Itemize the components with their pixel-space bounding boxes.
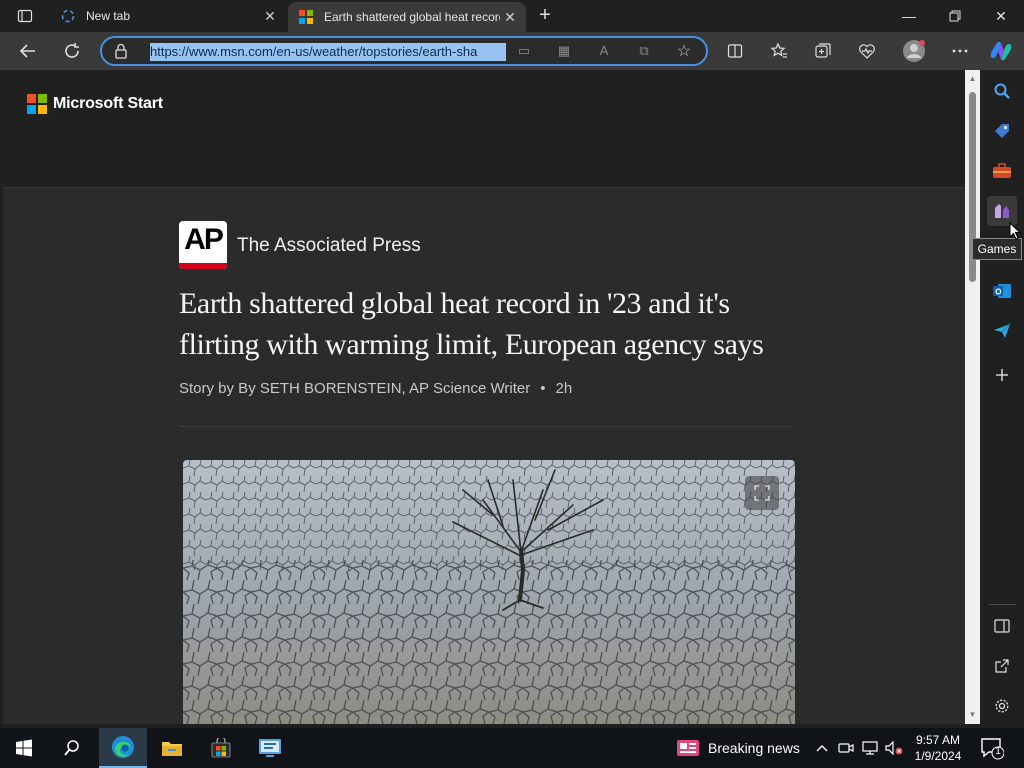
clock-time: 9:57 AM: [915, 733, 961, 747]
tab-actions-icon[interactable]: [8, 4, 42, 28]
windows-taskbar: Breaking news 9:57 AM 1/9/2024 1: [0, 728, 1024, 768]
news-label: Breaking news: [708, 740, 800, 756]
svg-text:O: O: [995, 288, 1001, 297]
refresh-icon[interactable]: [57, 36, 87, 66]
tab-title: New tab: [86, 9, 131, 23]
tab-new-tab[interactable]: New tab ✕: [50, 0, 286, 32]
hide-sidebar-icon[interactable]: [987, 611, 1017, 641]
translate-icon[interactable]: ⧉: [634, 43, 654, 61]
meet-now-icon[interactable]: [836, 738, 856, 758]
profile-avatar-icon[interactable]: [899, 36, 929, 66]
site-header: Microsoft Start: [3, 70, 965, 188]
windows-start-icon[interactable]: [0, 728, 48, 768]
divider: [179, 426, 793, 427]
search-icon[interactable]: [987, 76, 1017, 106]
news-icon: [677, 740, 699, 756]
scroll-up-icon[interactable]: ▲: [968, 74, 977, 83]
search-icon[interactable]: [48, 728, 96, 768]
article-headline: Earth shattered global heat record in '2…: [179, 287, 764, 361]
edge-sidebar: Games O: [972, 70, 1024, 724]
immersive-reader-icon[interactable]: ▭: [514, 43, 534, 61]
volume-muted-icon[interactable]: [884, 738, 904, 758]
page-viewport: Microsoft Start AP The Associated Press …: [3, 70, 965, 724]
restore-button[interactable]: [932, 0, 978, 32]
favorites-icon[interactable]: [764, 36, 794, 66]
sidebar-divider: [988, 604, 1016, 605]
site-brand[interactable]: Microsoft Start: [53, 94, 163, 114]
back-icon[interactable]: [13, 36, 43, 66]
clock-date: 1/9/2024: [914, 749, 962, 763]
network-icon[interactable]: [860, 738, 880, 758]
outlook-icon[interactable]: O: [987, 276, 1017, 306]
byline-separator: •: [540, 380, 546, 397]
tag-icon[interactable]: [987, 116, 1017, 146]
notification-count: 1: [995, 746, 1001, 757]
read-aloud-icon[interactable]: A: [594, 43, 614, 61]
app-available-icon[interactable]: ▦: [554, 43, 574, 61]
remote-desktop-icon[interactable]: [246, 728, 294, 768]
toolbox-icon[interactable]: [987, 156, 1017, 186]
send-icon[interactable]: [987, 316, 1017, 346]
msn-favicon-icon: [298, 9, 314, 25]
system-clock[interactable]: 9:57 AM 1/9/2024: [910, 732, 966, 764]
open-external-icon[interactable]: [987, 651, 1017, 681]
byline-author: Story by By SETH BORENSTEIN, AP Science …: [179, 380, 531, 397]
browser-essentials-icon[interactable]: [852, 36, 882, 66]
close-tab-icon[interactable]: ✕: [260, 8, 280, 25]
more-options-icon[interactable]: [945, 36, 975, 66]
breaking-news-widget[interactable]: Breaking news: [676, 728, 800, 768]
games-tooltip: Games: [972, 238, 1022, 260]
copilot-icon[interactable]: [986, 36, 1016, 66]
article: AP The Associated Press Earth shattered …: [3, 189, 965, 724]
article-byline: Story by By SETH BORENSTEIN, AP Science …: [179, 380, 572, 397]
add-icon[interactable]: [987, 360, 1017, 390]
cracked-earth-image: [183, 460, 795, 724]
file-explorer-icon[interactable]: [148, 728, 196, 768]
collections-icon[interactable]: [808, 36, 838, 66]
browser-toolbar: https://www.msn.com/en-us/weather/topsto…: [0, 32, 1024, 70]
close-tab-icon[interactable]: ✕: [500, 9, 520, 26]
ap-logo-icon[interactable]: AP: [179, 221, 227, 269]
publisher-name[interactable]: The Associated Press: [237, 235, 421, 257]
loading-icon: [60, 8, 76, 24]
address-bar[interactable]: https://www.msn.com/en-us/weather/topsto…: [100, 36, 708, 66]
microsoft-store-icon[interactable]: [197, 728, 245, 768]
favorite-star-icon[interactable]: ☆: [674, 41, 694, 60]
title-bar: New tab ✕ Earth shattered global heat re…: [0, 0, 1024, 32]
new-tab-button[interactable]: +: [533, 4, 557, 28]
tab-title: Earth shattered global heat record: [324, 10, 500, 24]
article-photo[interactable]: [183, 460, 795, 724]
mouse-cursor-icon: [1009, 222, 1021, 240]
split-screen-icon[interactable]: [720, 36, 750, 66]
microsoft-logo-icon[interactable]: [27, 94, 47, 114]
byline-age: 2h: [555, 380, 573, 397]
show-hidden-icons-icon[interactable]: [812, 738, 832, 758]
tab-article[interactable]: Earth shattered global heat record ✕: [288, 2, 526, 32]
notifications-icon[interactable]: 1: [980, 736, 1005, 760]
url-text[interactable]: https://www.msn.com/en-us/weather/topsto…: [150, 43, 506, 61]
lock-icon[interactable]: [114, 43, 130, 59]
page-scrollbar[interactable]: ▲ ▼: [965, 70, 980, 724]
close-window-button[interactable]: ✕: [978, 0, 1024, 32]
expand-image-icon[interactable]: [745, 476, 779, 510]
ap-logo-text: AP: [184, 223, 224, 256]
edge-taskbar-icon[interactable]: [99, 728, 147, 768]
scroll-down-icon[interactable]: ▼: [968, 710, 977, 719]
settings-gear-icon[interactable]: [987, 691, 1017, 721]
minimize-button[interactable]: —: [886, 0, 932, 32]
